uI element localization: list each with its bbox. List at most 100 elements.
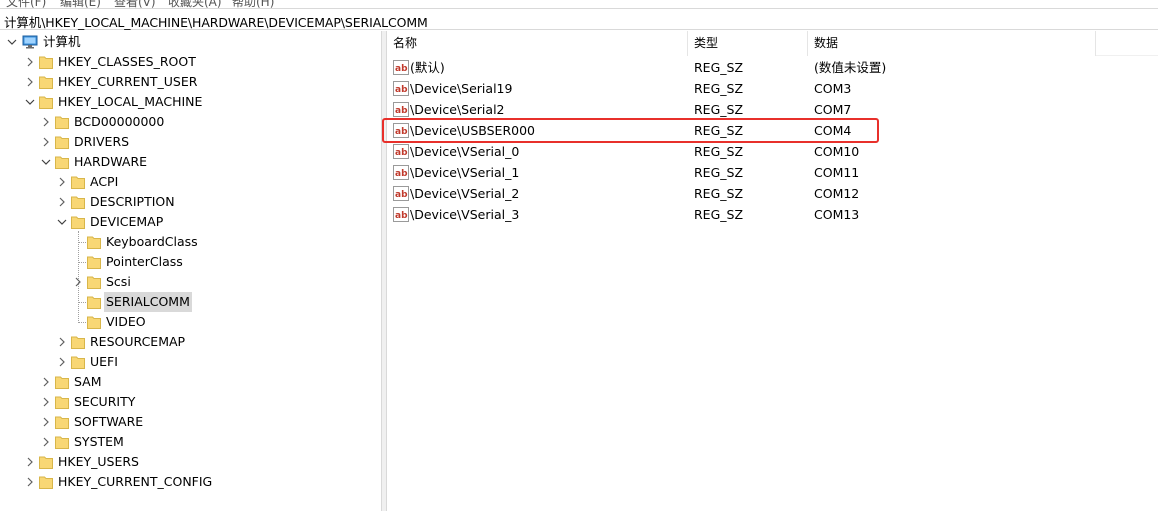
folder-icon: [55, 155, 69, 169]
folder-icon: [55, 375, 69, 389]
menu-file[interactable]: 文件(F): [6, 0, 46, 8]
tree-node-hkey-classes-root[interactable]: HKEY_CLASSES_ROOT: [0, 52, 380, 72]
tree-node-label: ACPI: [90, 174, 119, 189]
string-value-icon: ab: [393, 123, 409, 138]
column-header-type[interactable]: 类型: [688, 31, 808, 56]
string-value-icon: ab: [393, 102, 409, 117]
svg-text:ab: ab: [395, 106, 408, 116]
tree-node-hkey-users[interactable]: HKEY_USERS: [0, 452, 380, 472]
values-list-pane[interactable]: 名称 类型 数据 ab (默认) REG_SZ (数值未设置) ab \Device\Se…: [387, 31, 1158, 511]
value-row[interactable]: ab \Device\USBSER000 REG_SZ COM4: [387, 120, 1158, 141]
tree-root-computer[interactable]: 计算机: [0, 32, 380, 52]
tree-node-keyboardclass[interactable]: KeyboardClass: [0, 232, 380, 252]
chevron-right-icon[interactable]: [57, 332, 67, 352]
value-data: COM11: [814, 165, 860, 180]
string-value-icon: ab: [393, 60, 409, 75]
string-value-icon: ab: [393, 186, 409, 201]
chevron-down-icon[interactable]: [41, 152, 51, 172]
column-header-data[interactable]: 数据: [808, 31, 1096, 56]
value-type: REG_SZ: [694, 102, 744, 117]
tree-node-hardware[interactable]: HARDWARE: [0, 152, 380, 172]
svg-text:ab: ab: [395, 211, 408, 221]
menu-edit[interactable]: 编辑(E): [60, 0, 101, 8]
tree-node-system[interactable]: SYSTEM: [0, 432, 380, 452]
menu-help[interactable]: 帮助(H): [232, 0, 274, 8]
tree-node-uefi[interactable]: UEFI: [0, 352, 380, 372]
chevron-right-icon[interactable]: [57, 352, 67, 372]
value-row[interactable]: ab \Device\Serial19 REG_SZ COM3: [387, 78, 1158, 99]
string-value-icon: ab: [393, 207, 409, 222]
folder-icon: [39, 455, 53, 469]
value-row[interactable]: ab \Device\VSerial_1 REG_SZ COM11: [387, 162, 1158, 183]
chevron-down-icon[interactable]: [57, 212, 67, 232]
tree-node-video[interactable]: VIDEO: [0, 312, 380, 332]
chevron-right-icon[interactable]: [41, 412, 51, 432]
tree-node-label: Scsi: [106, 274, 131, 289]
tree-node-label: BCD00000000: [74, 114, 165, 129]
tree-node-description[interactable]: DESCRIPTION: [0, 192, 380, 212]
value-row[interactable]: ab \Device\VSerial_2 REG_SZ COM12: [387, 183, 1158, 204]
string-value-icon: ab: [393, 144, 409, 159]
tree-node-hkey-local-machine[interactable]: HKEY_LOCAL_MACHINE: [0, 92, 380, 112]
chevron-right-icon[interactable]: [73, 272, 83, 292]
chevron-right-icon[interactable]: [25, 472, 35, 492]
value-data: COM7: [814, 102, 852, 117]
svg-text:ab: ab: [395, 169, 408, 179]
chevron-right-icon[interactable]: [57, 172, 67, 192]
folder-icon: [39, 75, 53, 89]
menu-view[interactable]: 查看(V): [114, 0, 156, 8]
tree-node-serialcomm[interactable]: SERIALCOMM: [0, 292, 380, 312]
chevron-right-icon[interactable]: [25, 52, 35, 72]
column-header-name[interactable]: 名称: [387, 31, 688, 56]
tree-node-label: SAM: [74, 374, 102, 389]
key-tree-pane[interactable]: 计算机 HKEY_CLASSES_ROOT HKEY_CURRENT_USER HK…: [0, 31, 382, 511]
chevron-right-icon[interactable]: [25, 452, 35, 472]
tree-node-pointerclass[interactable]: PointerClass: [0, 252, 380, 272]
folder-icon: [87, 275, 101, 289]
address-path[interactable]: 计算机\HKEY_LOCAL_MACHINE\HARDWARE\DEVICEMA…: [4, 12, 428, 31]
value-row[interactable]: ab \Device\VSerial_3 REG_SZ COM13: [387, 204, 1158, 225]
tree-node-hkey-current-config[interactable]: HKEY_CURRENT_CONFIG: [0, 472, 380, 492]
folder-icon: [71, 215, 85, 229]
value-type: REG_SZ: [694, 60, 744, 75]
chevron-right-icon[interactable]: [41, 112, 51, 132]
tree-node-resourcemap[interactable]: RESOURCEMAP: [0, 332, 380, 352]
tree-node-acpi[interactable]: ACPI: [0, 172, 380, 192]
tree-node-label: UEFI: [90, 354, 118, 369]
address-bar[interactable]: 计算机\HKEY_LOCAL_MACHINE\HARDWARE\DEVICEMA…: [0, 8, 1158, 30]
tree-node-devicemap[interactable]: DEVICEMAP: [0, 212, 380, 232]
tree-node-bcd00000000[interactable]: BCD00000000: [0, 112, 380, 132]
folder-icon: [55, 115, 69, 129]
chevron-right-icon[interactable]: [41, 392, 51, 412]
chevron-down-icon[interactable]: [25, 92, 35, 112]
chevron-right-icon[interactable]: [57, 192, 67, 212]
value-row[interactable]: ab \Device\Serial2 REG_SZ COM7: [387, 99, 1158, 120]
tree-node-drivers[interactable]: DRIVERS: [0, 132, 380, 152]
value-type: REG_SZ: [694, 207, 744, 222]
value-row[interactable]: ab (默认) REG_SZ (数值未设置): [387, 57, 1158, 78]
tree-node-sam[interactable]: SAM: [0, 372, 380, 392]
value-type: REG_SZ: [694, 144, 744, 159]
value-data: COM10: [814, 144, 860, 159]
chevron-right-icon[interactable]: [41, 432, 51, 452]
folder-icon: [87, 315, 101, 329]
list-header: 名称 类型 数据: [387, 31, 1158, 56]
chevron-down-icon[interactable]: [7, 32, 17, 52]
tree-node-label: HKEY_CURRENT_USER: [58, 74, 198, 89]
menu-favorites[interactable]: 收藏夹(A): [168, 0, 222, 8]
chevron-right-icon[interactable]: [41, 372, 51, 392]
tree-node-security[interactable]: SECURITY: [0, 392, 380, 412]
tree-node-software[interactable]: SOFTWARE: [0, 412, 380, 432]
value-name: \Device\USBSER000: [410, 123, 535, 138]
chevron-right-icon[interactable]: [25, 72, 35, 92]
tree-node-label: PointerClass: [106, 254, 183, 269]
chevron-right-icon[interactable]: [41, 132, 51, 152]
value-row[interactable]: ab \Device\VSerial_0 REG_SZ COM10: [387, 141, 1158, 162]
tree-node-label: HARDWARE: [74, 154, 148, 169]
folder-icon: [71, 175, 85, 189]
tree-node-label: DRIVERS: [74, 134, 130, 149]
tree-node-scsi[interactable]: Scsi: [0, 272, 380, 292]
tree-node-label: DEVICEMAP: [90, 214, 164, 229]
value-type: REG_SZ: [694, 165, 744, 180]
tree-node-hkey-current-user[interactable]: HKEY_CURRENT_USER: [0, 72, 380, 92]
